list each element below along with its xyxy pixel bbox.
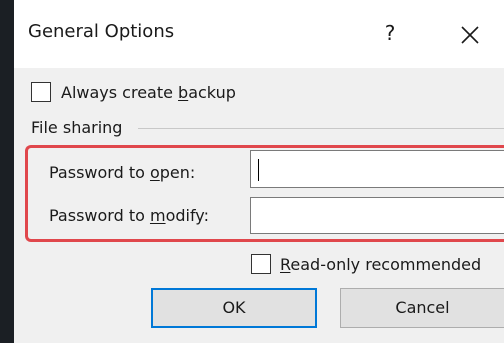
password-to-modify-label: Password to modify: xyxy=(49,206,209,225)
group-divider xyxy=(138,128,504,129)
help-button[interactable]: ? xyxy=(380,18,400,48)
always-create-backup-checkbox[interactable] xyxy=(31,82,51,102)
dialog-title: General Options xyxy=(28,21,175,42)
password-to-open-input[interactable] xyxy=(250,150,504,188)
ok-button[interactable]: OK xyxy=(151,288,317,328)
title-bar: General Options ? xyxy=(14,0,504,68)
close-icon[interactable] xyxy=(457,22,483,48)
password-to-modify-input[interactable] xyxy=(250,197,504,234)
read-only-recommended-checkbox[interactable] xyxy=(251,254,271,274)
screen: General Options ? Always create backup F… xyxy=(0,0,504,343)
password-to-open-label: Password to open: xyxy=(49,163,196,182)
always-create-backup-label: Always create backup xyxy=(61,83,236,102)
text-caret xyxy=(258,159,259,181)
cancel-button[interactable]: Cancel xyxy=(340,288,504,328)
read-only-recommended-label: Read-only recommended xyxy=(280,255,482,274)
file-sharing-group-label: File sharing xyxy=(31,118,123,137)
general-options-dialog: General Options ? Always create backup F… xyxy=(14,0,504,343)
